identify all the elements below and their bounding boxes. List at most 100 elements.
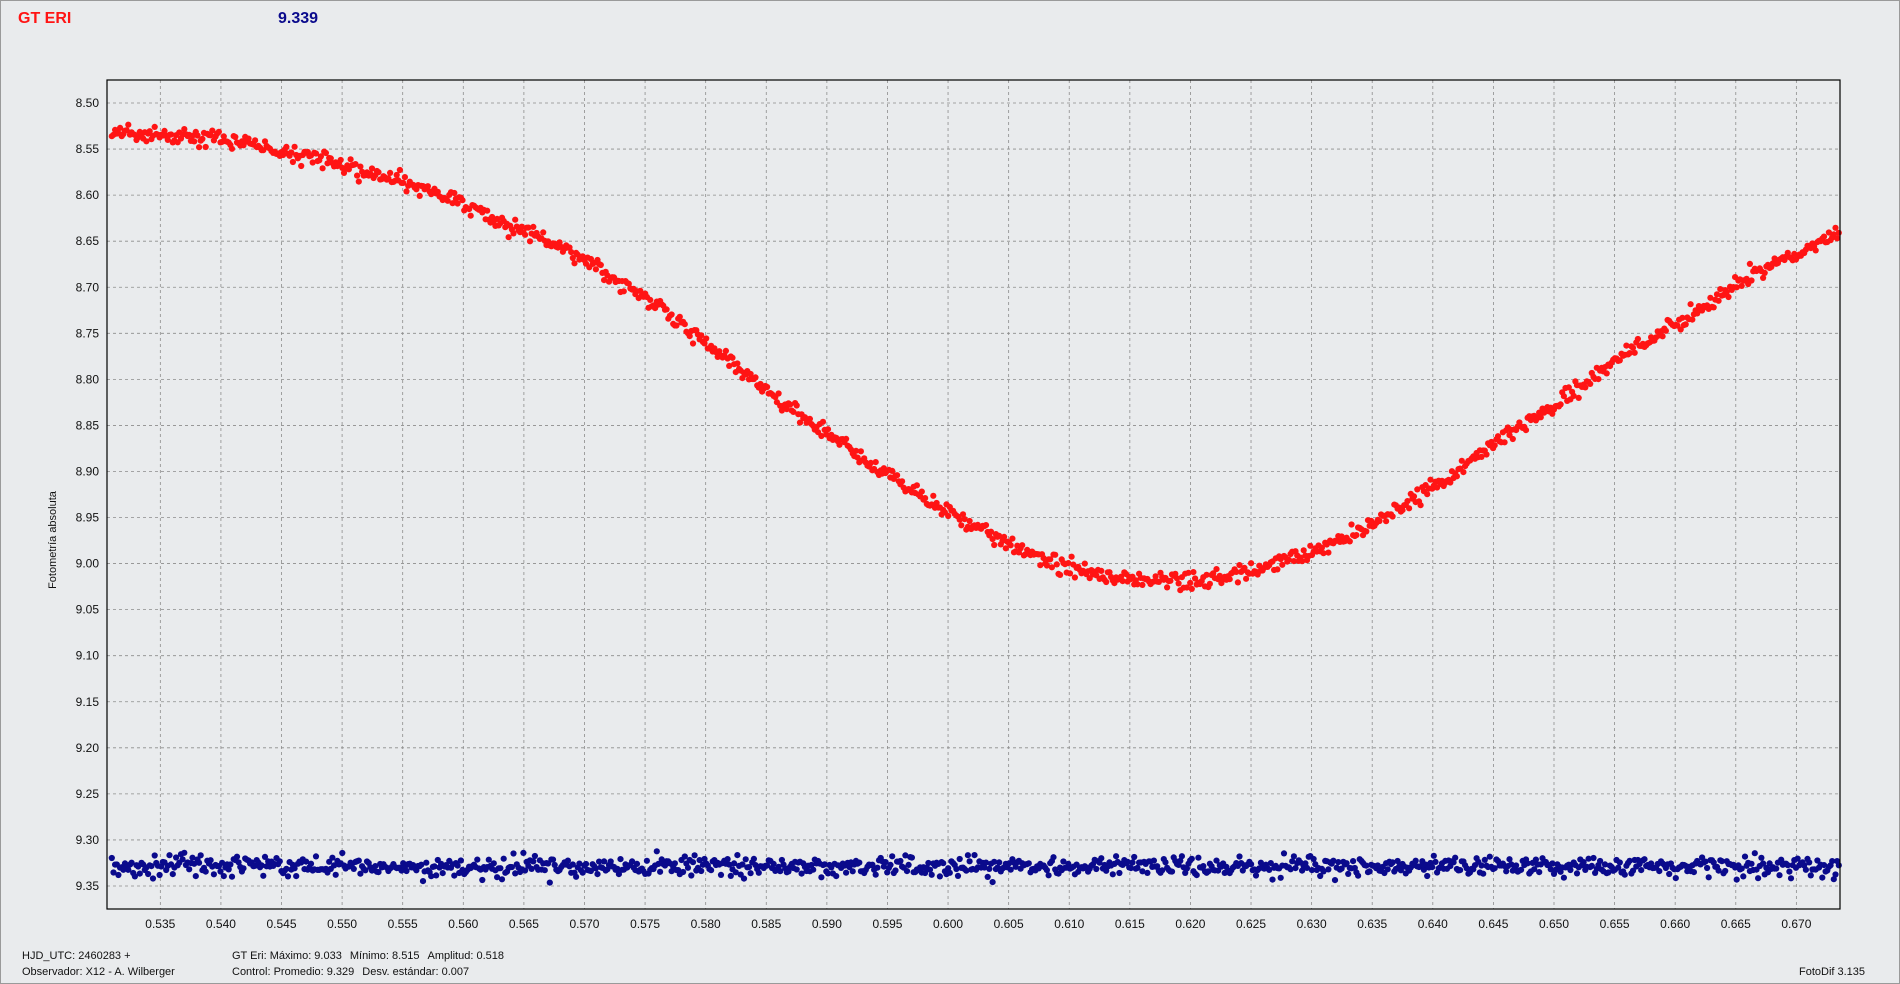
control-point (1195, 854, 1202, 861)
gt-eri-point (1715, 297, 1722, 304)
gt-eri-point (857, 448, 865, 455)
control-point (684, 864, 692, 871)
control-point (971, 852, 978, 859)
gt-eri-point (1175, 580, 1182, 587)
gt-eri-point (1501, 439, 1508, 446)
gt-eri-point (1213, 566, 1220, 573)
control-point (1384, 866, 1391, 873)
gt-eri-point (945, 512, 952, 520)
control-point (1113, 853, 1120, 860)
control-point (1290, 853, 1297, 860)
gt-eri-point (125, 121, 132, 128)
control-point (1116, 869, 1123, 877)
gt-eri-point (1066, 570, 1074, 577)
control-point (149, 875, 157, 882)
control-point (1162, 859, 1169, 866)
control-point (1345, 870, 1352, 878)
control-point (874, 864, 881, 871)
x-tick-label: 0.615 (1115, 917, 1145, 931)
y-axis-label: Fotometría absoluta (47, 491, 59, 589)
x-tick-label: 0.570 (569, 917, 599, 931)
gt-eri-point (1103, 578, 1110, 586)
control-point (549, 856, 557, 863)
control-point (1366, 868, 1373, 875)
app-version: FotoDif 3.135 (1799, 966, 1866, 978)
control-point (1269, 876, 1276, 883)
control-point (1590, 854, 1597, 862)
x-tick-label: 0.655 (1600, 917, 1630, 931)
gt-eri-point (283, 143, 290, 150)
control-point (169, 871, 176, 878)
gt-eri-point (1834, 235, 1841, 242)
gt-eri-point (1689, 316, 1696, 323)
gt-eri-point (396, 166, 403, 174)
x-tick-label: 0.565 (509, 917, 539, 931)
gt-eri-point (196, 144, 203, 151)
gt-eri-point (1631, 349, 1638, 356)
y-tick-label: 9.25 (76, 787, 100, 801)
control-point (1355, 872, 1362, 879)
gt-eri-point (1098, 567, 1105, 575)
gt-eri-point (1300, 547, 1307, 554)
control-point (856, 859, 863, 866)
gt-eri-point (1057, 571, 1064, 579)
gt-eri-point (872, 459, 879, 466)
gt-eri-point (1348, 521, 1355, 528)
control-point (1573, 870, 1581, 877)
control-point (312, 853, 320, 860)
control-point (1452, 854, 1459, 861)
gt-eri-point (1453, 473, 1460, 480)
gt-eri-point (1522, 427, 1530, 434)
control-point (964, 852, 972, 859)
control-point (564, 857, 572, 864)
control-point (810, 866, 817, 873)
gt-eri-point (1682, 321, 1689, 328)
gt-eri-point (1761, 269, 1768, 276)
control-point (936, 873, 944, 880)
gt-eri-point (355, 178, 362, 185)
x-tick-label: 0.590 (812, 917, 842, 931)
control-point (724, 856, 731, 863)
footer-hjd: HJD_UTC: 2460283 + (22, 950, 131, 962)
control-point (1641, 856, 1648, 863)
chart: 0.535 0.540 0.545 0.550 0.555 0.560 0.565 0.570… (76, 79, 1842, 931)
y-tick-label: 9.05 (76, 603, 100, 617)
control-point (657, 868, 664, 875)
control-point (818, 874, 825, 881)
control-point (892, 867, 899, 874)
control-point (1429, 864, 1436, 871)
gt-eri-point (347, 156, 354, 163)
control-point (228, 873, 236, 880)
gt-eri-point (1389, 513, 1396, 520)
control-point (115, 871, 122, 879)
x-tick-label: 0.560 (448, 917, 478, 931)
gt-eri-point (459, 197, 466, 204)
control-point (350, 865, 357, 873)
control-point (192, 873, 199, 880)
control-std: Desv. estándar: 0.007 (362, 966, 470, 978)
control-point (1109, 871, 1116, 878)
control-point (755, 869, 762, 876)
gt-eri-point (918, 488, 925, 495)
control-point (339, 849, 346, 857)
y-tick-label: 8.75 (76, 326, 100, 340)
y-tick-label: 8.90 (76, 464, 100, 478)
control-point (541, 867, 548, 874)
gt-eri-point (228, 145, 236, 152)
gt-eri-point (1274, 566, 1281, 573)
y-tick-label: 9.00 (76, 557, 100, 571)
gt-eri-point (1071, 574, 1078, 581)
control-point (928, 871, 935, 878)
gt-eri-point (722, 347, 730, 354)
control-point (1832, 871, 1839, 878)
gt-eri-point (1812, 247, 1819, 254)
control-point (355, 857, 362, 864)
control-point (1705, 874, 1712, 881)
control-point (1150, 857, 1157, 864)
control-point (1616, 859, 1623, 866)
gt-amp: Amplitud: 0.518 (427, 950, 504, 962)
gt-eri-point (958, 522, 965, 529)
control-point (1755, 875, 1762, 882)
control-point (717, 871, 725, 879)
gt-eri-point (729, 354, 736, 361)
